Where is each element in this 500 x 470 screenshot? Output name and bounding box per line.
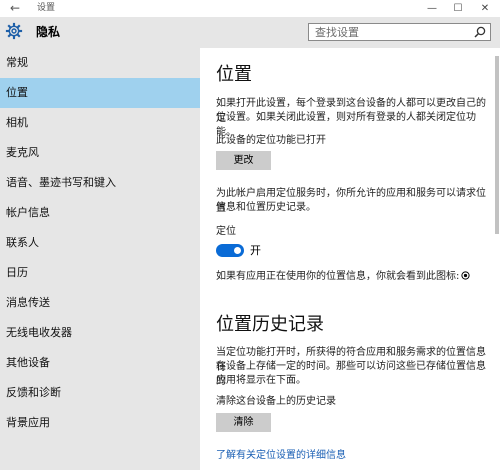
minimize-button[interactable]: —	[419, 0, 445, 17]
header: 隐私 查找设置	[0, 17, 500, 48]
icon-notice-row: 如果有应用正在使用你的位置信息，你就会看到此图标:	[216, 270, 470, 284]
sidebar-item-other-devices[interactable]: 其他设备	[0, 348, 200, 378]
scrollbar-thumb[interactable]	[495, 56, 499, 234]
search-placeholder: 查找设置	[315, 26, 359, 39]
icon-notice-text: 如果有应用正在使用你的位置信息，你就会看到此图标:	[216, 271, 460, 282]
device-location-status: 此设备的定位功能已打开	[216, 135, 326, 146]
account-description-line-2: 信息和位置历史记录。	[216, 202, 316, 213]
learn-more-link[interactable]: 了解有关定位设置的详细信息	[216, 449, 346, 463]
maximize-button[interactable]: ☐	[445, 0, 471, 17]
location-heading: 位置	[216, 64, 252, 85]
sidebar-item-location[interactable]: 位置	[0, 78, 200, 108]
sidebar-item-radios[interactable]: 无线电收发器	[0, 318, 200, 348]
sidebar-item-camera[interactable]: 相机	[0, 108, 200, 138]
sidebar-item-calendar[interactable]: 日历	[0, 258, 200, 288]
location-toggle-state: 开	[250, 244, 261, 257]
location-indicator-icon	[461, 271, 470, 280]
sidebar-item-microphone[interactable]: 麦克风	[0, 138, 200, 168]
title-bar: ← 设置 — ☐ ✕	[0, 0, 500, 17]
scrollbar[interactable]	[494, 48, 500, 470]
location-toggle-label: 定位	[216, 226, 236, 237]
location-toggle[interactable]	[216, 244, 244, 257]
clear-history-label: 清除这台设备上的历史记录	[216, 396, 336, 407]
history-heading: 位置历史记录	[216, 314, 324, 335]
toggle-knob	[234, 247, 241, 254]
search-input[interactable]: 查找设置	[308, 23, 491, 41]
back-arrow-icon[interactable]: ←	[6, 0, 24, 17]
close-button[interactable]: ✕	[472, 0, 498, 17]
content-pane: 位置 如果打开此设置，每个登录到这台设备的人都可以更改自己的定 位设置。如果关闭…	[200, 48, 500, 470]
clear-button[interactable]: 清除	[216, 413, 271, 432]
window-title: 设置	[37, 3, 56, 13]
sidebar-item-background-apps[interactable]: 背景应用	[0, 408, 200, 438]
sidebar-item-contacts[interactable]: 联系人	[0, 228, 200, 258]
sidebar-item-feedback[interactable]: 反馈和诊断	[0, 378, 200, 408]
sidebar-item-messaging[interactable]: 消息传送	[0, 288, 200, 318]
sidebar: 常规 位置 相机 麦克风 语音、墨迹书写和键入 帐户信息 联系人 日历 消息传送…	[0, 48, 200, 470]
history-description-line-3: 应用将显示在下面。	[216, 375, 306, 386]
page-title: 隐私	[36, 25, 61, 39]
sidebar-item-account-info[interactable]: 帐户信息	[0, 198, 200, 228]
sidebar-item-general[interactable]: 常规	[0, 48, 200, 78]
gear-icon[interactable]	[5, 22, 23, 40]
sidebar-item-speech-inking[interactable]: 语音、墨迹书写和键入	[0, 168, 200, 198]
change-button[interactable]: 更改	[216, 151, 271, 170]
search-icon[interactable]	[474, 26, 486, 38]
